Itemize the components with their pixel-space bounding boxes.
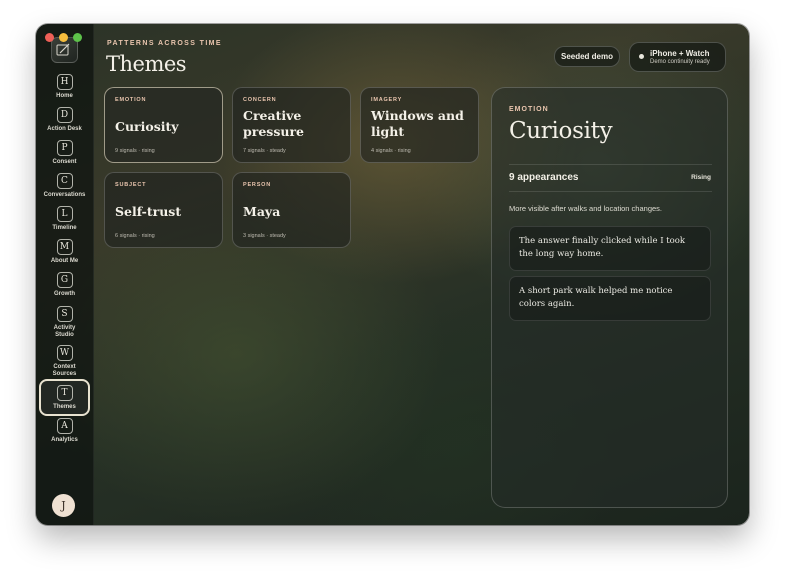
theme-kind: IMAGERY bbox=[371, 97, 403, 103]
sidebar-item-label: Conversations bbox=[43, 192, 86, 198]
theme-name: Creative pressure bbox=[243, 108, 304, 139]
context-sources-icon: W bbox=[56, 345, 73, 361]
divider bbox=[509, 164, 712, 165]
sidebar-item-context-sources[interactable]: W Context Sources bbox=[39, 345, 90, 378]
sidebar-item-action-desk[interactable]: D Action Desk bbox=[39, 107, 90, 133]
theme-meta: 3 signals · steady bbox=[243, 233, 286, 239]
home-icon: H bbox=[56, 74, 73, 90]
theme-card-maya[interactable]: PERSON Maya 3 signals · steady bbox=[232, 172, 351, 248]
sidebar-item-label: Growth bbox=[54, 291, 75, 297]
device-status-button[interactable]: iPhone + Watch Demo continuity ready bbox=[629, 42, 726, 72]
sidebar-item-label: Themes bbox=[53, 404, 76, 410]
sidebar-item-consent[interactable]: P Consent bbox=[39, 140, 90, 166]
consent-icon: P bbox=[56, 140, 73, 156]
sidebar-item-label: Action Desk bbox=[47, 126, 82, 132]
sidebar-item-label: Timeline bbox=[52, 225, 77, 231]
about-me-icon: M bbox=[56, 239, 73, 255]
sidebar-item-growth[interactable]: G Growth bbox=[39, 272, 90, 298]
analytics-icon: A bbox=[56, 418, 73, 434]
theme-meta: 9 signals · rising bbox=[115, 148, 155, 154]
theme-kind: EMOTION bbox=[115, 97, 147, 103]
seeded-demo-button[interactable]: Seeded demo bbox=[554, 46, 620, 67]
minimize-window-button[interactable] bbox=[59, 33, 68, 42]
sidebar-item-label: Context Sources bbox=[52, 364, 77, 377]
sidebar-item-analytics[interactable]: A Analytics bbox=[39, 418, 90, 444]
detail-kind: EMOTION bbox=[509, 106, 549, 113]
theme-name: Self-trust bbox=[115, 204, 182, 219]
theme-card-curiosity[interactable]: EMOTION Curiosity 9 signals · rising bbox=[104, 87, 223, 163]
window-controls bbox=[45, 33, 82, 42]
theme-meta: 7 signals · steady bbox=[243, 148, 286, 154]
theme-kind: SUBJECT bbox=[115, 182, 147, 188]
page-title: Themes bbox=[106, 52, 187, 76]
sidebar-item-label: Analytics bbox=[51, 437, 78, 443]
activity-studio-icon: S bbox=[56, 306, 73, 322]
trend-badge: Rising bbox=[691, 174, 711, 181]
device-status: Demo continuity ready bbox=[650, 59, 710, 65]
theme-name: Curiosity bbox=[115, 119, 179, 134]
sidebar-item-about-me[interactable]: M About Me bbox=[39, 239, 90, 265]
timeline-icon: L bbox=[56, 206, 73, 222]
action-desk-icon: D bbox=[56, 107, 73, 123]
device-title: iPhone + Watch bbox=[650, 49, 710, 58]
conversations-icon: C bbox=[56, 173, 73, 189]
close-window-button[interactable] bbox=[45, 33, 54, 42]
page-eyebrow: PATTERNS ACROSS TIME bbox=[107, 40, 222, 47]
theme-detail-panel: EMOTION Curiosity 9 appearances Rising M… bbox=[491, 87, 728, 508]
quote-card: The answer finally clicked while I took … bbox=[509, 226, 711, 271]
sidebar-item-timeline[interactable]: L Timeline bbox=[39, 206, 90, 232]
quote-card: A short park walk helped me notice color… bbox=[509, 276, 711, 321]
divider bbox=[509, 191, 712, 192]
theme-name: Maya bbox=[243, 204, 281, 219]
sidebar: H Home D Action Desk P Consent C Convers… bbox=[36, 24, 94, 525]
detail-title: Curiosity bbox=[509, 118, 613, 144]
theme-card-windows-and-light[interactable]: IMAGERY Windows and light 4 signals · ri… bbox=[360, 87, 479, 163]
sidebar-item-label: Home bbox=[56, 93, 73, 99]
sidebar-item-themes[interactable]: T Themes bbox=[39, 379, 90, 416]
sidebar-item-label: Consent bbox=[52, 159, 77, 165]
theme-kind: CONCERN bbox=[243, 97, 277, 103]
theme-card-self-trust[interactable]: SUBJECT Self-trust 6 signals · rising bbox=[104, 172, 223, 248]
sidebar-item-label: About Me bbox=[50, 258, 79, 264]
status-dot-icon bbox=[639, 54, 644, 59]
theme-name: Windows and light bbox=[371, 108, 464, 139]
sidebar-item-label: Activity Studio bbox=[53, 325, 76, 338]
theme-kind: PERSON bbox=[243, 182, 272, 188]
theme-meta: 4 signals · rising bbox=[371, 148, 411, 154]
growth-icon: G bbox=[56, 272, 73, 288]
theme-card-creative-pressure[interactable]: CONCERN Creative pressure 7 signals · st… bbox=[232, 87, 351, 163]
sidebar-item-conversations[interactable]: C Conversations bbox=[39, 173, 90, 199]
app-window: H Home D Action Desk P Consent C Convers… bbox=[36, 24, 749, 525]
avatar[interactable]: J bbox=[52, 494, 75, 517]
zoom-window-button[interactable] bbox=[73, 33, 82, 42]
theme-meta: 6 signals · rising bbox=[115, 233, 155, 239]
sidebar-item-activity-studio[interactable]: S Activity Studio bbox=[39, 306, 90, 339]
detail-description: More visible after walks and location ch… bbox=[509, 204, 662, 213]
sidebar-item-home[interactable]: H Home bbox=[39, 74, 90, 100]
detail-appearances: 9 appearances bbox=[509, 172, 579, 183]
themes-icon: T bbox=[56, 385, 73, 401]
